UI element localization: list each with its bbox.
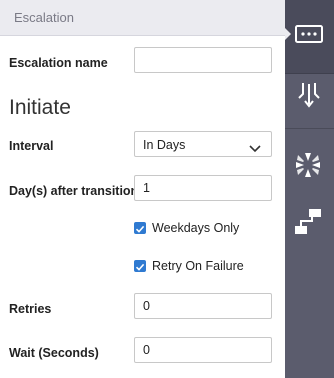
chevron-down-icon xyxy=(249,140,261,158)
retry-on-failure-checkbox[interactable] xyxy=(134,260,146,272)
interval-select-value: In Days xyxy=(143,138,186,152)
days-after-transition-input[interactable] xyxy=(134,175,272,201)
merge-icon[interactable] xyxy=(294,80,324,115)
rail-divider xyxy=(285,128,334,129)
retry-on-failure-label: Retry On Failure xyxy=(152,259,244,273)
panel-title: Escalation xyxy=(14,10,74,25)
collapse-icon[interactable] xyxy=(292,149,324,186)
panel-header: Escalation xyxy=(0,0,285,36)
weekdays-only-checkbox[interactable] xyxy=(134,222,146,234)
interval-label: Interval xyxy=(9,139,54,153)
checkmark-icon xyxy=(135,225,145,233)
escalation-name-label: Escalation name xyxy=(9,56,108,70)
retries-input[interactable] xyxy=(134,293,272,319)
message-icon[interactable] xyxy=(294,24,324,51)
days-after-transition-label: Day(s) after transition xyxy=(9,184,139,198)
interval-select[interactable]: In Days xyxy=(134,131,272,157)
wait-seconds-label: Wait (Seconds) xyxy=(9,346,99,360)
retries-label: Retries xyxy=(9,302,52,316)
escalation-name-input[interactable] xyxy=(134,47,272,73)
section-title-initiate: Initiate xyxy=(9,96,71,119)
active-pointer xyxy=(285,28,291,40)
flow-icon[interactable] xyxy=(292,206,324,243)
wait-seconds-input[interactable] xyxy=(134,337,272,363)
weekdays-only-label: Weekdays Only xyxy=(152,221,240,235)
checkmark-icon xyxy=(135,263,145,271)
escalation-panel: Escalation Escalation name Initiate Inte… xyxy=(0,0,285,378)
